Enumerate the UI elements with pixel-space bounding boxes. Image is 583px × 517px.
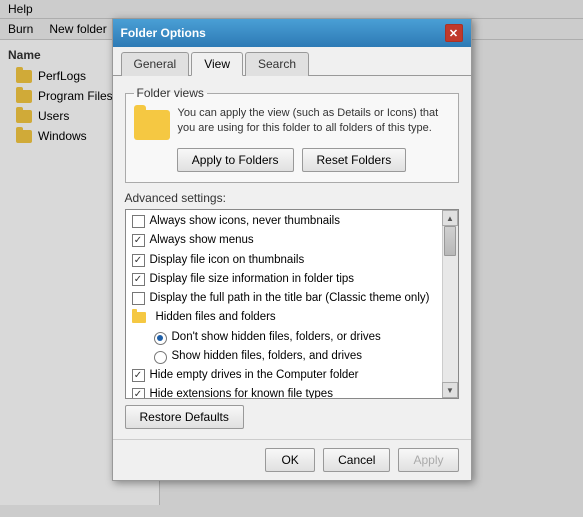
reset-folders-button[interactable]: Reset Folders xyxy=(302,148,407,172)
setting-label-0: Always show icons, never thumbnails xyxy=(150,213,340,230)
settings-list-wrapper: Always show icons, never thumbnails ✓ Al… xyxy=(125,209,459,399)
tab-bar: General View Search xyxy=(113,47,471,76)
close-button[interactable]: ✕ xyxy=(445,24,463,42)
setting-label-9: Hide extensions for known file types xyxy=(150,386,333,398)
dialog-overlay: Folder Options ✕ General View Search Fol… xyxy=(0,0,583,517)
setting-label-3: Display file size information in folder … xyxy=(150,271,355,288)
setting-item-8[interactable]: ✓ Hide empty drives in the Computer fold… xyxy=(126,366,442,385)
restore-defaults-button[interactable]: Restore Defaults xyxy=(125,405,244,429)
scrollbar-thumb[interactable] xyxy=(444,226,456,256)
radio-6[interactable] xyxy=(154,332,167,345)
setting-label-7: Show hidden files, folders, and drives xyxy=(172,348,363,365)
radio-dot-6 xyxy=(157,335,163,341)
settings-list[interactable]: Always show icons, never thumbnails ✓ Al… xyxy=(126,210,442,398)
setting-label-1: Always show menus xyxy=(150,232,254,249)
scrollbar-up-button[interactable]: ▲ xyxy=(442,210,458,226)
setting-label-2: Display file icon on thumbnails xyxy=(150,252,305,269)
checkbox-0[interactable] xyxy=(132,215,145,228)
apply-to-folders-button[interactable]: Apply to Folders xyxy=(177,148,294,172)
cancel-button[interactable]: Cancel xyxy=(323,448,390,472)
apply-button[interactable]: Apply xyxy=(398,448,458,472)
folder-group-icon xyxy=(132,312,146,323)
setting-label-6: Don't show hidden files, folders, or dri… xyxy=(172,329,381,346)
setting-label-5: Hidden files and folders xyxy=(156,309,276,326)
folder-options-dialog: Folder Options ✕ General View Search Fol… xyxy=(112,18,472,481)
setting-item-6[interactable]: Don't show hidden files, folders, or dri… xyxy=(126,328,442,347)
scrollbar-track[interactable]: ▲ ▼ xyxy=(442,210,458,398)
tab-general[interactable]: General xyxy=(121,52,190,76)
folder-views-legend: Folder views xyxy=(134,86,207,100)
setting-label-8: Hide empty drives in the Computer folder xyxy=(150,367,359,384)
setting-item-9[interactable]: ✓ Hide extensions for known file types xyxy=(126,385,442,398)
setting-item-0[interactable]: Always show icons, never thumbnails xyxy=(126,212,442,231)
dialog-body: Folder views You can apply the view (suc… xyxy=(113,76,471,439)
setting-item-5: Hidden files and folders xyxy=(126,308,442,327)
folder-views-icon xyxy=(134,110,170,140)
checkbox-4[interactable] xyxy=(132,292,145,305)
checkbox-8[interactable]: ✓ xyxy=(132,369,145,382)
scrollbar-groove[interactable] xyxy=(443,226,458,382)
setting-item-7[interactable]: Show hidden files, folders, and drives xyxy=(126,347,442,366)
checkbox-2[interactable]: ✓ xyxy=(132,254,145,267)
setting-label-4: Display the full path in the title bar (… xyxy=(150,290,430,307)
folder-views-buttons: Apply to Folders Reset Folders xyxy=(134,148,450,172)
scrollbar-down-button[interactable]: ▼ xyxy=(442,382,458,398)
tab-view[interactable]: View xyxy=(191,52,243,76)
dialog-footer: OK Cancel Apply xyxy=(113,439,471,480)
checkbox-1[interactable]: ✓ xyxy=(132,234,145,247)
setting-item-2[interactable]: ✓ Display file icon on thumbnails xyxy=(126,251,442,270)
checkbox-9[interactable]: ✓ xyxy=(132,388,145,398)
tab-search[interactable]: Search xyxy=(245,52,309,76)
dialog-titlebar: Folder Options ✕ xyxy=(113,19,471,47)
folder-views-description: You can apply the view (such as Details … xyxy=(178,106,450,137)
setting-item-4[interactable]: Display the full path in the title bar (… xyxy=(126,289,442,308)
advanced-label: Advanced settings: xyxy=(125,191,459,205)
setting-item-3[interactable]: ✓ Display file size information in folde… xyxy=(126,270,442,289)
setting-item-1[interactable]: ✓ Always show menus xyxy=(126,231,442,250)
checkbox-3[interactable]: ✓ xyxy=(132,273,145,286)
folder-views-content: You can apply the view (such as Details … xyxy=(134,106,450,140)
ok-button[interactable]: OK xyxy=(265,448,315,472)
radio-7[interactable] xyxy=(154,351,167,364)
dialog-title: Folder Options xyxy=(121,26,206,40)
folder-views-section: Folder views You can apply the view (suc… xyxy=(125,86,459,183)
